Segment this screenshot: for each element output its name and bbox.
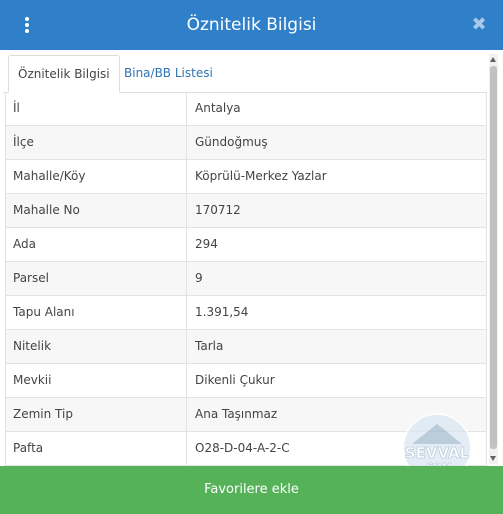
table-row: Ada 294	[6, 228, 487, 262]
attribute-key: İl	[13, 101, 20, 115]
table-row: Mahalle No 170712	[6, 194, 487, 228]
table-row: Mahalle/Köy Köprülü-Merkez Yazlar	[6, 160, 487, 194]
table-row: Nitelik Tarla	[6, 330, 487, 364]
attribute-value: 170712	[186, 194, 486, 227]
attribute-value: 9	[186, 262, 486, 295]
attribute-key: Mevkii	[13, 373, 52, 387]
attribute-key: Mahalle No	[13, 203, 80, 217]
attribute-key: Mahalle/Köy	[13, 169, 86, 183]
attribute-value: 1.391,54	[186, 296, 486, 329]
attribute-value: Antalya	[186, 92, 486, 125]
attribute-value: Köprülü-Merkez Yazlar	[186, 160, 486, 193]
tab-bar: Öznitelik Bilgisi Bina/BB Listesi	[3, 50, 487, 93]
attribute-panel: Öznitelik Bilgisi Bina/BB Listesi İl Ant…	[3, 50, 487, 466]
scroll-thumb[interactable]	[490, 66, 497, 449]
dialog-title: Öznitelik Bilgisi	[186, 15, 317, 35]
table-row: Tapu Alanı 1.391,54	[6, 296, 487, 330]
table-row: Parsel 9	[6, 262, 487, 296]
watermark-text: SEVVAL	[405, 444, 470, 462]
table-row: İlçe Gündoğmuş	[6, 126, 487, 160]
attribute-key: İlçe	[13, 135, 34, 149]
attribute-key: Nitelik	[13, 339, 52, 353]
add-to-favorites-button[interactable]: Favorilere ekle	[0, 466, 503, 514]
scroll-down-arrow-icon[interactable]	[490, 456, 496, 461]
attribute-key: Ada	[13, 237, 36, 251]
attribute-value: 294	[186, 228, 486, 261]
attribute-value: Tarla	[186, 330, 486, 363]
scroll-up-arrow-icon[interactable]	[490, 57, 496, 62]
vertical-scrollbar[interactable]	[489, 54, 498, 464]
attribute-key: Tapu Alanı	[13, 305, 75, 319]
attribute-key: Pafta	[13, 441, 44, 455]
attribute-value: Dikenli Çukur	[186, 364, 486, 397]
attribute-key: Parsel	[13, 271, 49, 285]
tab-attribute-info[interactable]: Öznitelik Bilgisi	[8, 55, 120, 93]
attribute-key: Zemin Tip	[13, 407, 73, 421]
title-bar: Öznitelik Bilgisi ✖	[0, 0, 503, 50]
tab-building-list[interactable]: Bina/BB Listesi	[115, 55, 222, 91]
table-row: İl Antalya	[6, 92, 487, 126]
attribute-value: Gündoğmuş	[186, 126, 486, 159]
close-icon[interactable]: ✖	[468, 14, 490, 36]
table-row: Mevkii Dikenli Çukur	[6, 364, 487, 398]
